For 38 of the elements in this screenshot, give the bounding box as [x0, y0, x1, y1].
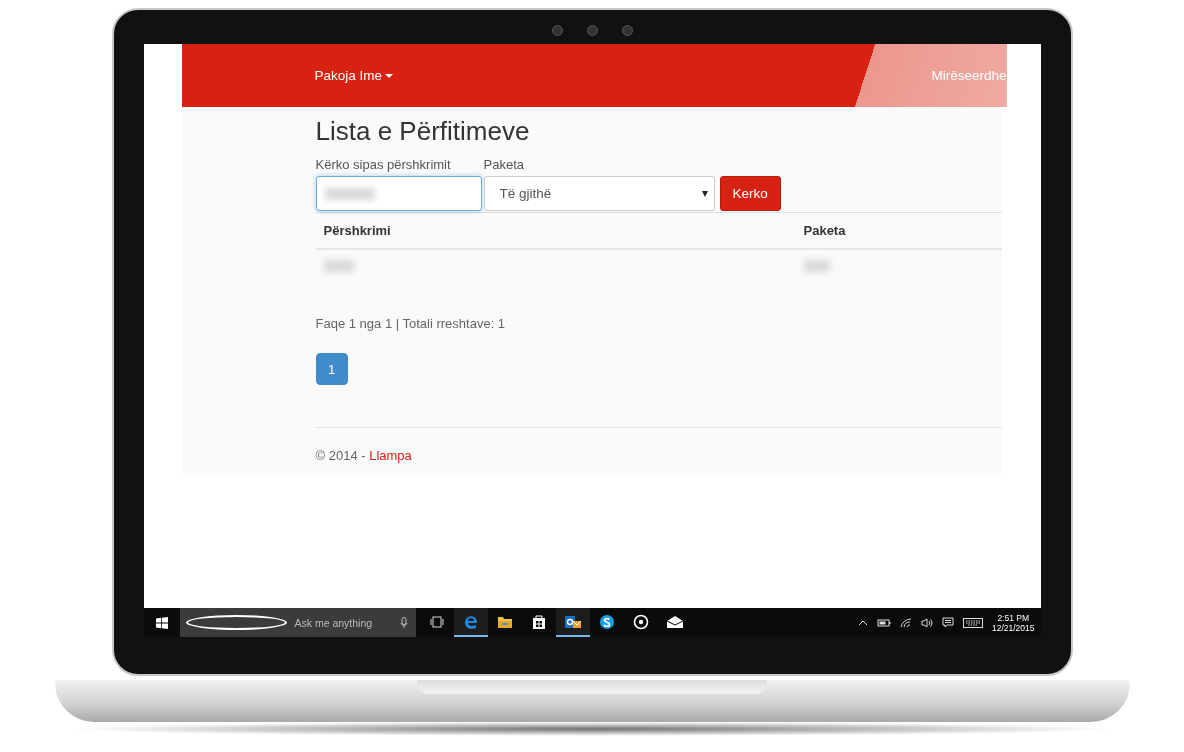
camera-icon [586, 25, 598, 36]
windows-logo-icon [155, 616, 168, 629]
column-header: Përshkrimi [315, 212, 796, 249]
footer-link[interactable]: Llampa [369, 448, 412, 463]
notification-icon[interactable] [941, 617, 954, 628]
wifi-icon[interactable] [899, 617, 912, 628]
search-placeholder: Ask me anything [294, 616, 374, 629]
volume-icon[interactable] [920, 617, 933, 628]
search-field[interactable] [315, 176, 482, 211]
taskbar-app-icon[interactable] [453, 608, 488, 637]
taskbar-app-icon[interactable] [555, 608, 590, 637]
package-select[interactable]: Të gjithë [483, 176, 715, 211]
greeting-text: Mirëseerdhe [931, 68, 1007, 83]
dropdown-arrow-icon [701, 190, 708, 197]
blurred-value [803, 260, 830, 272]
camera-icon [551, 25, 563, 36]
page-button[interactable]: 1 [315, 353, 348, 385]
field-label: Paketa [483, 157, 525, 172]
clock-date: 12/21/2015 [991, 622, 1035, 633]
pager-info: Faqe 1 nga 1 | Totali rreshtave: 1 [315, 316, 507, 331]
field-label: Kërko sipas përshkrimit [315, 157, 452, 172]
battery-icon[interactable] [876, 618, 891, 627]
search-button[interactable]: Kerko [719, 176, 781, 211]
menu-dropdown[interactable]: Pakoja Ime [314, 68, 394, 83]
clock-time: 2:51 PM [997, 612, 1030, 623]
taskbar-search-field[interactable]: Ask me anything [179, 608, 416, 637]
page-title: Lista e Përfitimeve [315, 115, 531, 148]
blurred-value [323, 260, 354, 272]
caret-icon [385, 73, 394, 78]
keyboard-icon[interactable] [962, 617, 983, 628]
microphone-icon [399, 616, 408, 629]
blurred-value [324, 187, 375, 200]
column-header: Paketa [795, 212, 1002, 249]
footer-text: © 2014 - Llampa [315, 448, 413, 463]
taskbar-clock[interactable]: 2:51 PM 12/21/2015 [991, 612, 1035, 633]
assistant-circle-icon [185, 615, 287, 630]
camera-icon [621, 25, 633, 36]
chevron-up-icon[interactable] [857, 619, 868, 626]
